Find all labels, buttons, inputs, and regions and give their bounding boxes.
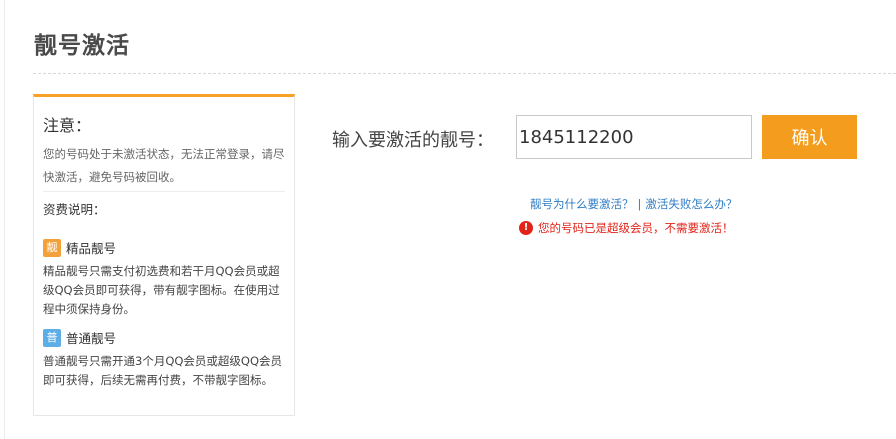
normal-badge-icon: 普: [43, 328, 61, 347]
why-activate-link[interactable]: 靓号为什么要激活？: [530, 197, 634, 211]
page-left-border: [4, 0, 5, 439]
tier-premium-desc: 精品靓号只需支付初选费和若干月QQ会员或超级QQ会员即可获得，带有靓字图标。在使…: [43, 264, 280, 316]
help-links: 靓号为什么要激活？ | 激活失败怎么办？: [530, 196, 737, 212]
title-divider: [33, 73, 896, 74]
fee-heading: 资费说明：: [43, 202, 106, 217]
error-message: ! 您的号码已是超级会员，不需要激活！: [519, 220, 734, 236]
tier-premium-title: 靓 精品靓号: [43, 238, 285, 257]
link-separator: |: [637, 197, 642, 211]
error-text: 您的号码已是超级会员，不需要激活！: [538, 221, 734, 235]
tier-normal-desc: 普通靓号只需开通3个月QQ会员或超级QQ会员即可获得，后续无需再付费，不带靓字图…: [43, 354, 283, 387]
notice-heading: 注意：: [43, 116, 92, 135]
error-icon: !: [519, 221, 533, 235]
number-input[interactable]: [516, 115, 752, 159]
tier-normal: 普 普通靓号 普通靓号只需开通3个月QQ会员或超级QQ会员即可获得，后续无需再付…: [43, 328, 285, 390]
activation-failed-link[interactable]: 激活失败怎么办？: [645, 197, 737, 211]
page-title: 靓号激活: [34, 33, 130, 59]
notice-panel: 注意： 您的号码处于未激活状态，无法正常登录，请尽快激活，避免号码被回收。 资费…: [33, 94, 295, 416]
confirm-button[interactable]: 确认: [762, 115, 857, 159]
tier-premium: 靓 精品靓号 精品靓号只需支付初选费和若干月QQ会员或超级QQ会员即可获得，带有…: [43, 238, 285, 319]
tier-normal-name: 普通靓号: [66, 331, 117, 346]
premium-badge-icon: 靓: [43, 238, 61, 257]
number-field-label: 输入要激活的靓号：: [332, 130, 494, 151]
notice-text: 您的号码处于未激活状态，无法正常登录，请尽快激活，避免号码被回收。: [43, 147, 285, 184]
tier-normal-title: 普 普通靓号: [43, 328, 285, 347]
notice-divider: [43, 191, 285, 192]
tier-premium-name: 精品靓号: [66, 241, 117, 256]
